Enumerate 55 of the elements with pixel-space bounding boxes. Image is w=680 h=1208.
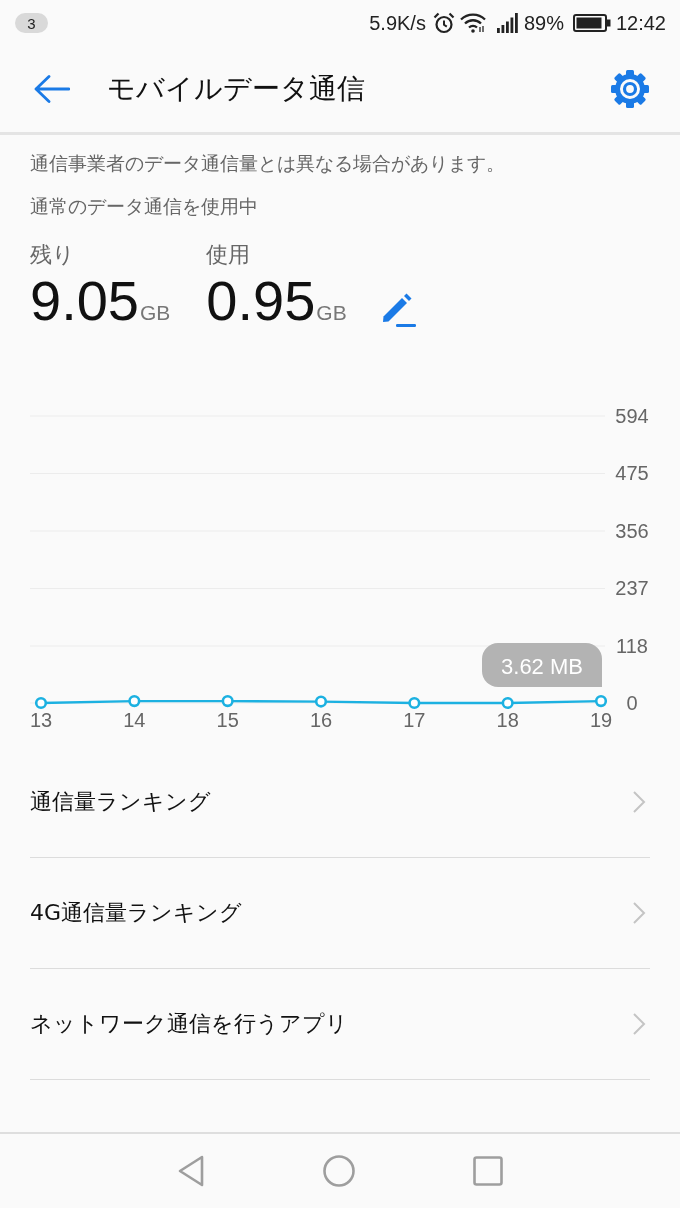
settings-icon: [610, 69, 650, 109]
data-point-marker: [34, 696, 48, 710]
data-point-marker: [408, 696, 421, 710]
x-axis-label: 16: [309, 709, 333, 731]
y-axis-label: 594: [615, 405, 649, 427]
y-axis-label: 237: [615, 577, 649, 600]
wifi-icon: [459, 13, 486, 33]
battery-icon: [572, 14, 611, 32]
y-axis-label: 0: [626, 692, 638, 714]
network-speed: 5.9K/s: [369, 11, 426, 35]
battery-percentage: 89%: [523, 11, 564, 35]
y-axis-label: 475: [615, 462, 649, 485]
stat-value: 0.95: [206, 270, 316, 332]
x-axis-label: 18: [496, 709, 519, 731]
x-axis-label: 14: [123, 709, 146, 731]
x-axis-label: 15: [216, 709, 239, 731]
recents-nav-button[interactable]: [473, 1156, 503, 1186]
page-title: モバイルデータ通信: [107, 71, 366, 106]
data-point-marker: [594, 694, 608, 708]
annotation: 3.62 MB: [501, 654, 583, 679]
info-text: 通信事業者のデータ通信量とは異なる場合があります。: [30, 152, 506, 176]
clock-time: 12:42: [615, 11, 666, 35]
triangle-back-icon: [177, 1155, 205, 1187]
square-recents-icon: [473, 1156, 503, 1186]
data-point-marker: [221, 694, 234, 708]
back-arrow-icon: [34, 75, 70, 103]
info-text: 通常のデータ通信を使用中: [30, 195, 259, 219]
chevron-right-icon: [632, 790, 646, 814]
notification-count-badge: 3: [15, 13, 48, 33]
home-nav-button[interactable]: [323, 1155, 355, 1187]
chevron-right-icon: [632, 1012, 646, 1036]
stat-unit: GB: [316, 301, 347, 325]
value-tooltip: 3.62 MB: [482, 643, 602, 687]
stat-label: 使用: [206, 241, 251, 269]
menu-item[interactable]: 4G通信量ランキング: [30, 858, 650, 969]
circle-home-icon: [323, 1155, 355, 1187]
y-axis-label: 118: [616, 635, 648, 657]
stat-label: 残り: [30, 241, 75, 269]
x-axis-label: 13: [29, 709, 53, 731]
x-axis-label: 17: [403, 709, 426, 731]
alarm-clock-icon: [432, 12, 455, 34]
data-point-marker: [314, 695, 328, 708]
data-point-marker: [128, 694, 141, 708]
menu-item[interactable]: ネットワーク通信を行うアプリ: [30, 969, 650, 1080]
x-axis-label: 19: [589, 709, 613, 731]
stat-unit: GB: [140, 301, 171, 325]
settings-button[interactable]: [610, 69, 650, 109]
chevron-right-icon: [632, 901, 646, 925]
signal-strength-icon: [496, 13, 519, 33]
y-axis-label: 356: [615, 520, 649, 542]
back-nav-button[interactable]: [177, 1155, 205, 1187]
stat-value: 9.05: [30, 270, 139, 332]
menu-item[interactable]: 通信量ランキング: [30, 747, 650, 858]
data-point-marker: [501, 696, 514, 710]
back-button[interactable]: [34, 75, 70, 103]
